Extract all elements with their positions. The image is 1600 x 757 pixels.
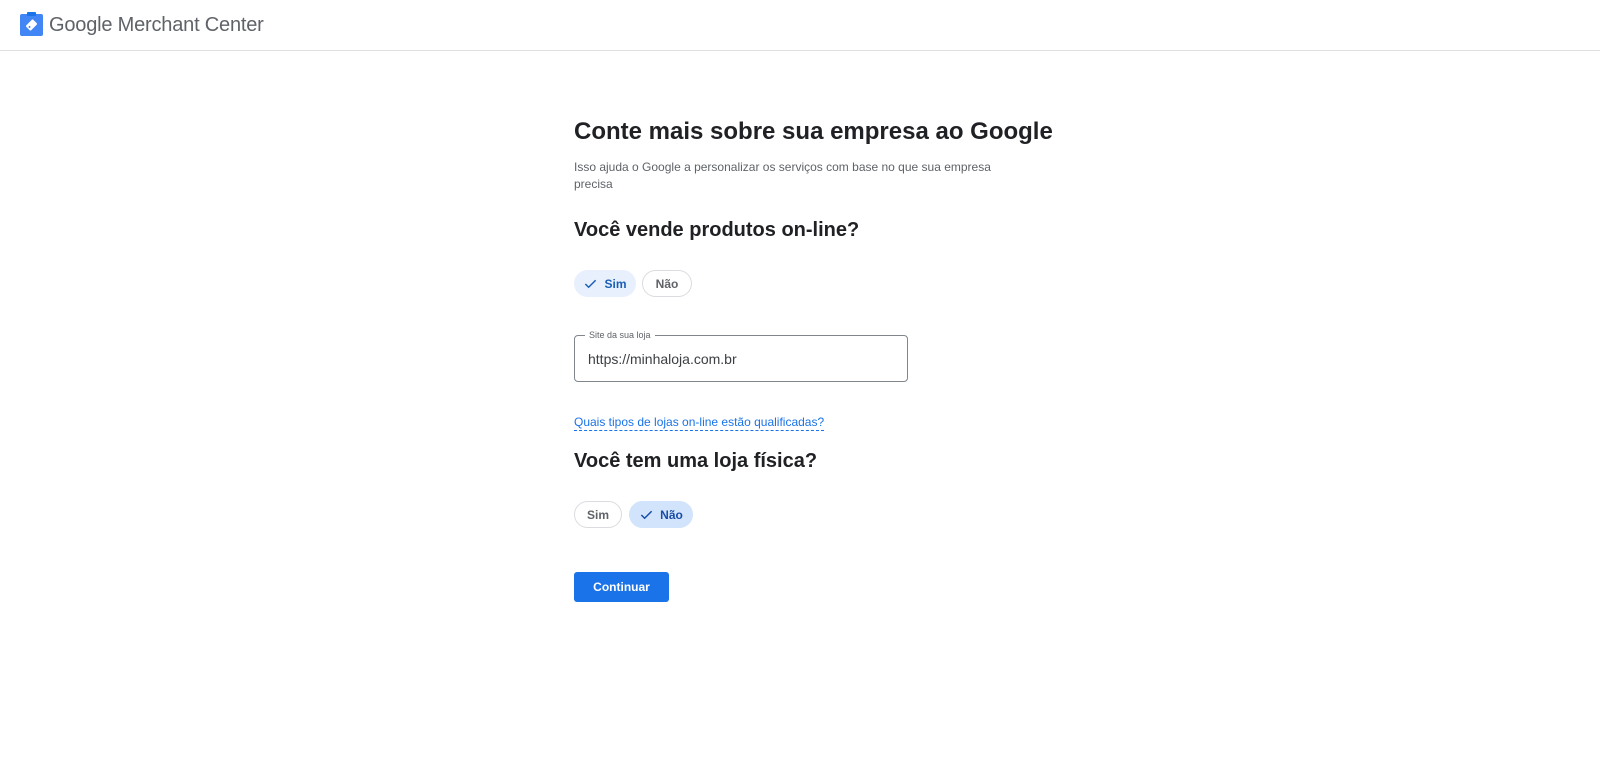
store-website-label: Site da sua loja [585,329,655,341]
top-bar: Google Merchant Center [0,0,1600,51]
online-sales-question: Você vende produtos on-line? [574,219,860,241]
chip-label: Sim [586,507,609,522]
store-website-field[interactable]: Site da sua loja [574,329,908,382]
physical-store-no-chip[interactable]: Não [629,501,693,528]
logo-product: Merchant Center [117,14,264,36]
physical-store-yes-chip[interactable]: Sim [574,501,622,528]
page-subtitle: Isso ajuda o Google a personalizar os se… [574,160,991,191]
qualified-stores-help-link[interactable]: Quais tipos de lojas on-line estão quali… [574,414,825,431]
online-sales-no-chip[interactable]: Não [642,270,692,297]
continue-button[interactable]: Continuar [574,572,669,602]
chip-label: Sim [604,276,627,291]
merchant-center-tag-icon [20,12,43,36]
chip-label: Não [660,507,683,522]
logo-google: Google [49,14,113,36]
page-title: Conte mais sobre sua empresa ao Google [574,118,1053,145]
physical-store-question: Você tem uma loja física? [574,450,818,472]
online-sales-yes-chip[interactable]: Sim [574,270,636,297]
check-icon [640,510,653,520]
app-logo-text: Google Merchant Center [49,13,264,37]
chip-label: Não [655,276,679,291]
store-website-input[interactable] [588,348,888,370]
check-icon [585,279,597,289]
